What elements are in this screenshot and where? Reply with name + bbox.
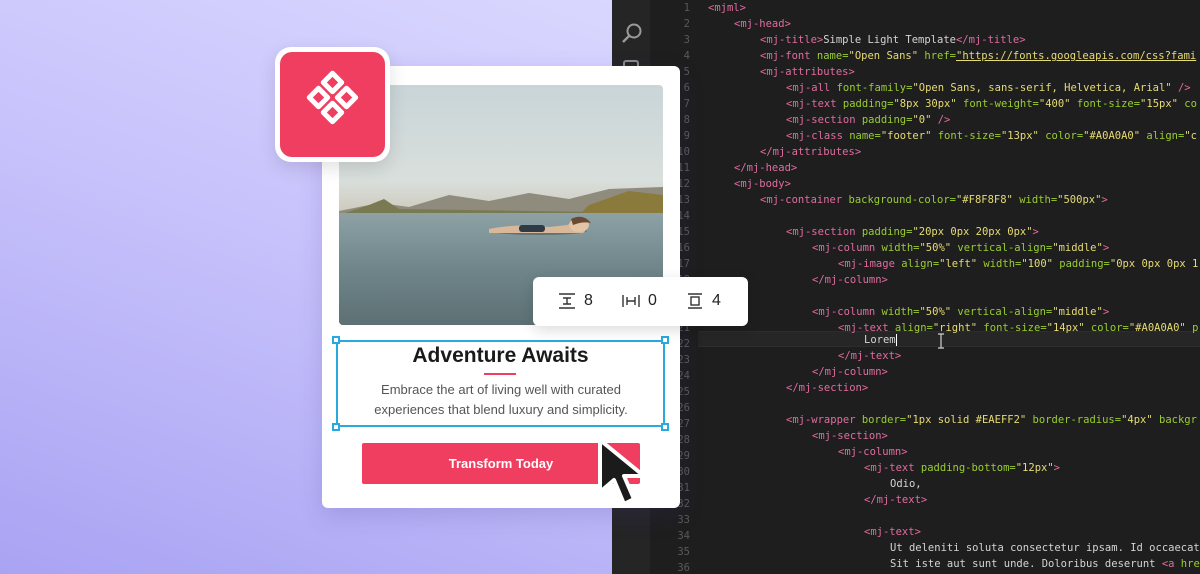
- code-line: Sit iste aut sunt unde. Doloribus deseru…: [890, 558, 1200, 570]
- code-line: </mj-column>: [812, 274, 888, 286]
- code-area[interactable]: <mjml> <mj-head> <mj-title>Simple Light …: [708, 0, 1200, 574]
- code-line: </mj-head>: [734, 162, 798, 174]
- resize-handle-top-left[interactable]: [332, 336, 340, 344]
- padding-value: 4: [712, 292, 721, 309]
- code-line: <mj-text>: [864, 526, 921, 538]
- code-line-active[interactable]: Lorem: [864, 332, 897, 348]
- code-line: </mj-section>: [786, 382, 869, 394]
- code-line: <mj-class name="footer" font-size="13px"…: [786, 130, 1197, 142]
- photo-swimmer: [489, 216, 591, 235]
- code-line: <mj-wrapper border="1px solid #EAEFF2" b…: [786, 414, 1197, 426]
- code-line: <mjml>: [708, 2, 746, 14]
- horizontal-spacing-icon: [622, 295, 640, 307]
- code-line: <mj-title>Simple Light Template</mj-titl…: [760, 34, 1026, 46]
- line-number: 3: [683, 34, 690, 46]
- vertical-spacing-value: 8: [584, 292, 593, 309]
- resize-handle-top-right[interactable]: [661, 336, 669, 344]
- line-number: 36: [677, 562, 690, 574]
- code-line: <mj-text padding-bottom="12px">: [864, 462, 1060, 474]
- code-line: <mj-column width="50%" vertical-align="m…: [812, 242, 1110, 254]
- vertical-spacing-icon: [559, 293, 575, 309]
- vertical-spacing-control[interactable]: 8: [557, 291, 607, 311]
- horizontal-spacing-value: 0: [648, 292, 657, 309]
- code-line: <mj-section>: [812, 430, 888, 442]
- code-line: <mj-column>: [838, 446, 908, 458]
- line-number: 34: [677, 530, 690, 542]
- code-line: Ut deleniti soluta consectetur ipsam. Id…: [890, 542, 1200, 554]
- code-line: Odio,: [890, 478, 922, 490]
- code-line: <mj-container background-color="#F8F8F8"…: [760, 194, 1108, 206]
- resize-handle-bottom-left[interactable]: [332, 423, 340, 431]
- mouse-pointer-icon: [598, 438, 646, 506]
- text-cursor-icon: [938, 333, 944, 349]
- line-number: 4: [683, 50, 690, 62]
- line-number: 33: [677, 514, 690, 526]
- diamond-grid-icon: [306, 70, 359, 125]
- padding-control[interactable]: 4: [685, 291, 735, 311]
- code-line: <mj-section padding="0" />: [786, 114, 951, 126]
- search-icon[interactable]: [621, 22, 643, 44]
- code-line: <mj-head>: [734, 18, 791, 30]
- code-line: </mj-column>: [812, 366, 888, 378]
- code-line: <mj-all font-family="Open Sans, sans-ser…: [786, 82, 1191, 94]
- spacing-toolbar[interactable]: 8 0 4: [533, 277, 748, 326]
- text-caret: [895, 334, 897, 346]
- line-number: 2: [683, 18, 690, 30]
- line-number: 1: [683, 2, 690, 14]
- code-line: <mj-section padding="20px 0px 20px 0px">: [786, 226, 1039, 238]
- code-line: <mj-body>: [734, 178, 791, 190]
- logo-tile: [280, 52, 385, 157]
- horizontal-spacing-control[interactable]: 0: [621, 291, 671, 311]
- line-number: 35: [677, 546, 690, 558]
- code-line: <mj-image align="left" width="100" paddi…: [838, 258, 1199, 270]
- code-line: <mj-text padding="8px 30px" font-weight=…: [786, 98, 1197, 110]
- code-line: <mj-font name="Open Sans" href="https://…: [760, 50, 1197, 62]
- code-line: <mj-column width="50%" vertical-align="m…: [812, 306, 1110, 318]
- resize-handle-bottom-right[interactable]: [661, 423, 669, 431]
- code-line: <mj-attributes>: [760, 66, 855, 78]
- padding-icon: [688, 293, 702, 309]
- code-line: </mj-text>: [838, 350, 902, 362]
- logo-badge: [275, 47, 390, 162]
- selection-box[interactable]: [336, 340, 665, 427]
- code-line: </mj-attributes>: [760, 146, 862, 158]
- code-line: </mj-text>: [864, 494, 928, 506]
